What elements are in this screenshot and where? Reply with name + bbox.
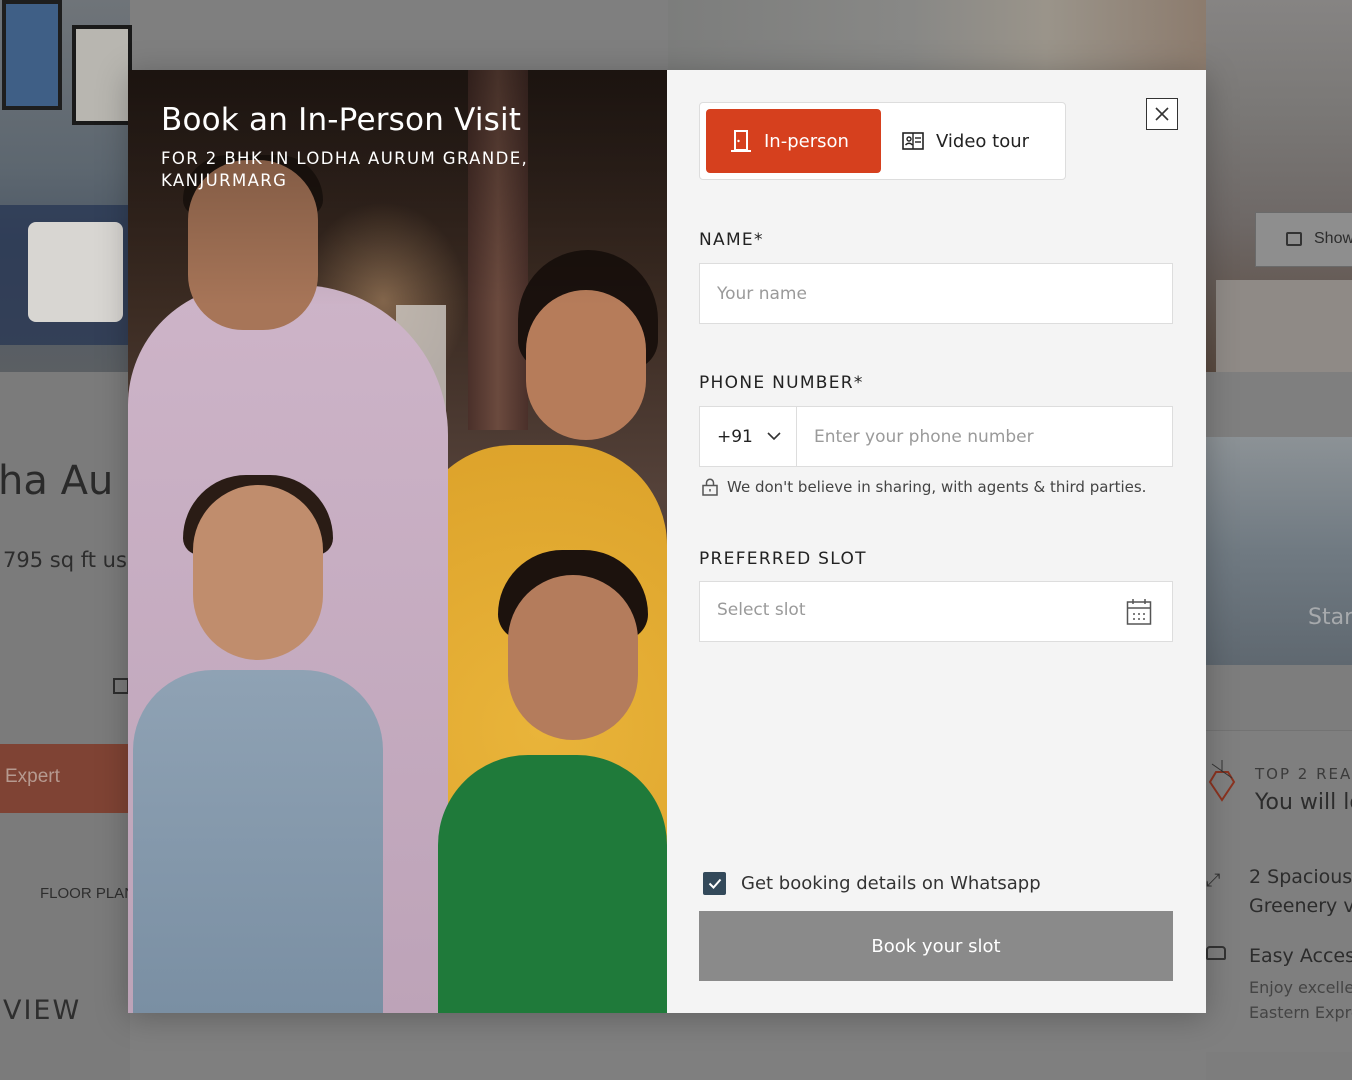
background-reason-1-line-1: 2 Spacious — [1249, 866, 1352, 888]
in-person-tab[interactable]: In-person — [706, 109, 881, 173]
name-field — [699, 263, 1173, 324]
background-reason-2-line-1: Enjoy excelle — [1249, 978, 1352, 997]
booking-form-panel: In-person Video tour NAME* Your name PHO… — [667, 70, 1206, 1013]
background-gallery-photo — [1206, 0, 1352, 372]
background-expert-label: Expert — [5, 766, 60, 787]
video-tour-label: Video tour — [936, 130, 1030, 152]
background-photo-shape — [2, 0, 62, 110]
phone-input[interactable] — [797, 407, 1174, 466]
background-gallery-photo — [0, 0, 132, 372]
phone-label: PHONE NUMBER* — [699, 373, 864, 393]
background-start-tour-text: Star — [1308, 605, 1352, 630]
background-reason-2-line-2: Eastern Expre — [1249, 1003, 1352, 1022]
photo-shade — [128, 70, 667, 1013]
whatsapp-optin-label: Get booking details on Whatsapp — [741, 873, 1041, 894]
slot-placeholder: Select slot — [717, 600, 806, 620]
slot-label: PREFERRED SLOT — [699, 549, 867, 569]
checkmark-icon — [708, 878, 721, 889]
whatsapp-optin: Get booking details on Whatsapp — [703, 872, 1041, 895]
video-call-icon — [902, 132, 924, 150]
phone-field: +91 — [699, 406, 1174, 467]
background-photo-shape — [1216, 280, 1352, 372]
modal-subtitle: FOR 2 BHK IN LODHA AURUM GRANDE, KANJURM… — [161, 149, 529, 190]
privacy-note-text: We don't believe in sharing, with agents… — [727, 478, 1147, 496]
in-person-label: In-person — [764, 130, 849, 152]
modal-title: Book an In-Person Visit — [161, 102, 522, 138]
background-gallery-photo — [668, 0, 1208, 70]
country-code-value: +91 — [717, 426, 753, 447]
background-reasons-subheading: You will lo — [1255, 790, 1352, 815]
expand-icon: ⤢ — [1206, 870, 1221, 890]
privacy-note: We don't believe in sharing, with agents… — [701, 478, 1146, 496]
booking-modal: Book an In-Person Visit FOR 2 BHK IN LOD… — [128, 70, 1206, 1013]
background-show-label: Show — [1314, 230, 1352, 247]
background-project-title: ha Au — [0, 458, 114, 504]
background-photo-shape — [72, 25, 132, 125]
car-icon — [1206, 946, 1226, 960]
country-code-dropdown[interactable]: +91 — [700, 407, 797, 466]
background-gallery-photo — [1206, 437, 1352, 665]
background-photo-shape — [28, 222, 123, 322]
background-show-photos-button: Show — [1255, 212, 1352, 267]
name-input[interactable] — [700, 264, 1172, 323]
visit-type-toggle: In-person Video tour — [699, 102, 1066, 180]
image-icon — [1286, 232, 1302, 246]
name-label: NAME* — [699, 230, 764, 250]
background-section-heading: VIEW — [3, 995, 82, 1026]
background-reason-1-line-2: Greenery v — [1249, 895, 1352, 917]
phone-input-wrap — [797, 407, 1174, 466]
whatsapp-checkbox[interactable] — [703, 872, 726, 895]
calendar-icon — [1126, 599, 1152, 625]
video-tour-tab[interactable]: Video tour — [902, 109, 1052, 173]
close-button[interactable] — [1146, 98, 1178, 130]
background-expert-button: Expert — [0, 744, 130, 813]
background-size-text: 795 sq ft usa — [3, 548, 140, 572]
close-icon — [1155, 107, 1169, 121]
background-reason-2-title: Easy Acces — [1249, 945, 1352, 967]
chevron-down-icon — [767, 432, 781, 441]
slot-picker[interactable]: Select slot — [699, 581, 1173, 642]
diamond-icon — [1208, 760, 1236, 802]
family-photo: Book an In-Person Visit FOR 2 BHK IN LOD… — [128, 70, 667, 1013]
background-tab-floor-plan: FLOOR PLAN — [40, 885, 136, 902]
background-reasons-heading: TOP 2 REAS — [1255, 765, 1352, 783]
lock-icon — [702, 478, 718, 496]
door-icon — [731, 130, 751, 152]
book-slot-button[interactable]: Book your slot — [699, 911, 1173, 981]
background-checkbox-icon — [113, 678, 129, 694]
